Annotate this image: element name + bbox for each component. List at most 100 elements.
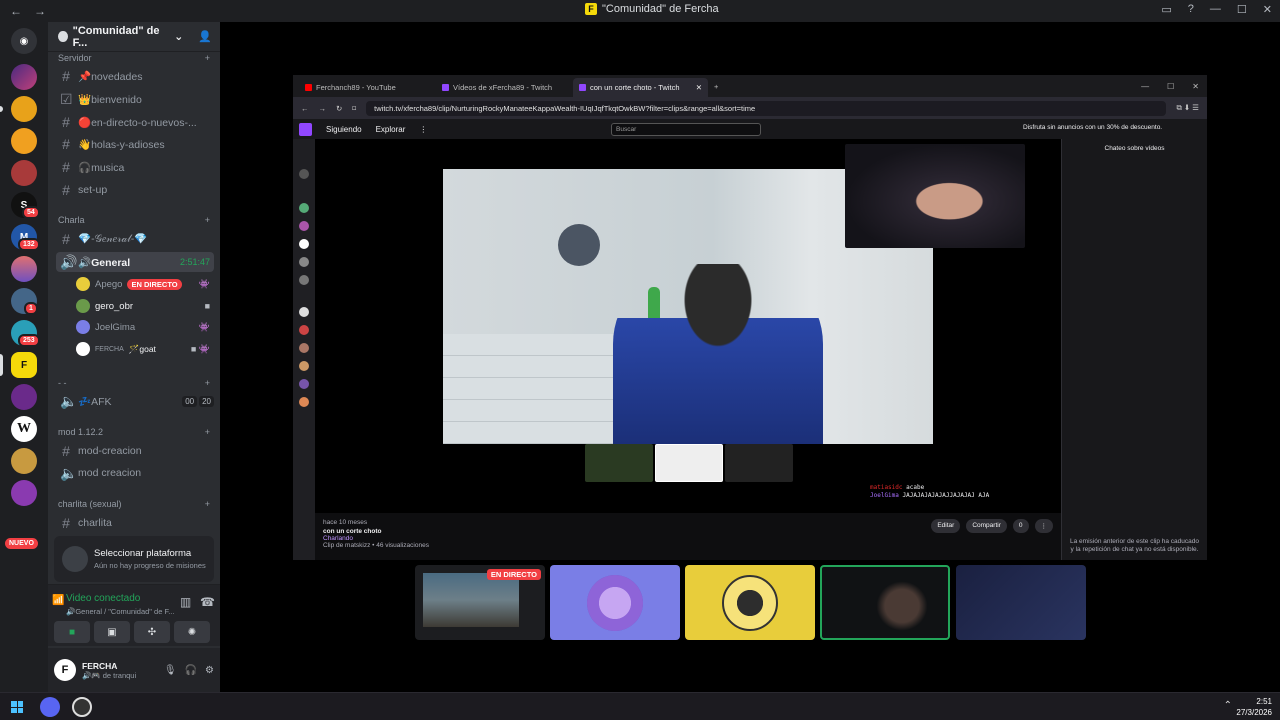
twitch-topnav: Siguiendo Explorar ⋮ Buscar Disfruta sin…: [293, 119, 1207, 139]
extensions-icon[interactable]: ⧉ ⬇ ☰: [1176, 103, 1199, 113]
add-channel-icon: +: [204, 53, 210, 63]
minimize-icon[interactable]: —: [1210, 3, 1221, 16]
participant-tile[interactable]: EN DIRECTO: [415, 565, 545, 640]
new-tab-icon[interactable]: +: [714, 82, 718, 91]
channel-avatar: [299, 325, 309, 335]
channel-charlita[interactable]: # charlita: [56, 513, 214, 533]
url-field[interactable]: twitch.tv/xfercha89/clip/NurturingRockyM…: [366, 100, 1167, 116]
channel-general-text[interactable]: # 💎-𝒢𝑒𝓃𝑒𝓇𝒶𝓁-💎: [56, 229, 214, 249]
channel-bienvenido[interactable]: ☑ 👑bienvenido: [56, 89, 214, 109]
channel-novedades[interactable]: # 📌novedades: [56, 66, 214, 86]
disconnect-icon[interactable]: ☎: [200, 595, 215, 609]
close-icon: ✕: [1192, 81, 1199, 91]
hash-icon: #: [62, 68, 70, 84]
more-icon[interactable]: ⋮: [419, 125, 427, 134]
more-icon[interactable]: ⋮: [1034, 519, 1053, 533]
browser-tab[interactable]: Ferchanch89 - YouTube: [299, 78, 434, 97]
invite-icon[interactable]: 👤: [198, 30, 212, 43]
reload-icon[interactable]: ↻: [336, 104, 342, 113]
chevron-down-icon[interactable]: ⌄: [174, 30, 183, 43]
bookmark-icon[interactable]: ⌑: [352, 104, 356, 113]
channel-en-directo[interactable]: # 🔴en-directo-o-nuevos-...: [56, 112, 214, 132]
voice-status: Video conectado: [66, 593, 141, 604]
clip-meta: Clip de matskizz • 46 visualizaciones: [323, 542, 429, 549]
voice-user[interactable]: gero_obr ■: [76, 296, 210, 316]
inbox-icon[interactable]: ▭: [1161, 3, 1171, 16]
channel-general-voice[interactable]: 🔊 🔊General 2:51:47: [56, 252, 214, 272]
camera-toggle-button[interactable]: ■: [54, 621, 90, 643]
channel-holas[interactable]: # 👋holas-y-adioses: [56, 134, 214, 154]
channel-mod-creacion[interactable]: # mod-creacion: [56, 441, 214, 461]
live-badge: EN DIRECTO: [127, 278, 182, 290]
channel-musica[interactable]: # 🎧musica: [56, 157, 214, 177]
server-sunset-icon[interactable]: [11, 256, 37, 282]
help-icon[interactable]: ?: [1188, 3, 1194, 16]
close-icon[interactable]: ✕: [1263, 3, 1272, 16]
server-anime-icon[interactable]: [11, 160, 37, 186]
share-button[interactable]: Compartir: [966, 519, 1007, 533]
voice-user[interactable]: FERCHA 🪄goat ■ 👾: [76, 339, 210, 359]
search-input[interactable]: Buscar: [611, 123, 761, 136]
obs-taskbar-icon[interactable]: [72, 697, 92, 717]
user-status: 🔊🎮 de tranqui: [82, 670, 137, 680]
voice-user[interactable]: JoelGima 👾: [76, 317, 210, 337]
clip-category[interactable]: Charlando: [323, 535, 1053, 542]
gear-icon[interactable]: ⚙: [205, 665, 214, 676]
nav-explore[interactable]: Explorar: [376, 125, 406, 134]
edit-button[interactable]: Editar: [931, 519, 961, 533]
channel-setup[interactable]: # set-up: [56, 180, 214, 200]
soundboard-button[interactable]: ✺: [174, 621, 210, 643]
channel-avatar: [299, 379, 309, 389]
category-charla[interactable]: Charla +: [58, 215, 210, 225]
channel-afk[interactable]: 🔈 💤AFK 00 20: [56, 391, 214, 411]
forward-arrow-icon[interactable]: →: [319, 104, 327, 113]
participant-tile[interactable]: [820, 565, 950, 640]
forward-arrow-icon[interactable]: →: [34, 4, 46, 18]
voice-user[interactable]: Apego EN DIRECTO 👾: [76, 274, 210, 294]
category-servidor[interactable]: Servidor +: [58, 53, 210, 63]
screen-share-stream[interactable]: Ferchanch89 - YouTube Vídeos de xFercha8…: [293, 75, 1207, 560]
back-arrow-icon[interactable]: ←: [10, 4, 22, 18]
server-avatar-icon[interactable]: [11, 128, 37, 154]
category-mod[interactable]: mod 1.12.2 +: [58, 427, 210, 437]
activities-button[interactable]: ✣: [134, 621, 170, 643]
start-icon[interactable]: [11, 701, 23, 713]
quest-banner[interactable]: Seleccionar plataforma Aún no hay progre…: [54, 536, 214, 582]
avatar[interactable]: F: [54, 659, 76, 681]
category-charlita[interactable]: charlita (sexual) +: [58, 499, 210, 509]
server-header[interactable]: "Comunidad" de F... ⌄ 👤: [48, 22, 220, 52]
clip-player[interactable]: matiasidc acabe JoelGima JAJAJAJAJAJAJJA…: [315, 139, 1061, 513]
screen-share-button[interactable]: ▣: [94, 621, 130, 643]
hash-icon: #: [62, 114, 70, 130]
server-gta-icon[interactable]: [11, 64, 37, 90]
mention-badge: 1: [24, 302, 38, 315]
category-dash[interactable]: - - +: [58, 378, 210, 388]
nav-following[interactable]: Siguiendo: [326, 125, 362, 134]
back-arrow-icon[interactable]: ←: [301, 104, 309, 113]
browser-tab[interactable]: Vídeos de xFercha89 - Twitch: [436, 78, 571, 97]
system-clock[interactable]: 2:51 27/3/2026: [1236, 696, 1272, 718]
tray-chevron-icon[interactable]: ⌃: [1224, 700, 1232, 711]
microphone-icon[interactable]: 🎙: [164, 665, 177, 676]
server-neon-icon[interactable]: [11, 384, 37, 410]
noise-suppression-icon[interactable]: ▥: [180, 595, 191, 609]
headphones-icon[interactable]: 🎧: [185, 665, 197, 676]
maximize-icon[interactable]: ☐: [1237, 3, 1247, 16]
promo-text[interactable]: Disfruta sin anuncios con un 30% de desc…: [1023, 124, 1162, 131]
server-pink-icon[interactable]: [11, 480, 37, 506]
window-controls: ▭ ? — ☐ ✕: [1161, 3, 1272, 16]
browser-tab[interactable]: con un corte choto - Twitch ✕: [573, 78, 708, 97]
channel-avatar: [299, 239, 309, 249]
discord-taskbar-icon[interactable]: [40, 697, 60, 717]
like-button[interactable]: 0: [1012, 519, 1029, 533]
home-discord-icon[interactable]: ◉: [11, 28, 37, 54]
server-dog-icon[interactable]: [11, 448, 37, 474]
twitch-logo-icon[interactable]: [299, 122, 312, 136]
server-game-icon[interactable]: [11, 96, 37, 122]
participant-tile[interactable]: [550, 565, 680, 640]
server-wikipedia-icon[interactable]: W: [11, 416, 37, 442]
channel-mod-creacion-voice[interactable]: 🔈 mod creacion: [56, 463, 214, 483]
participant-tile[interactable]: [956, 565, 1086, 640]
server-fercha-icon[interactable]: F: [11, 352, 37, 378]
participant-tile[interactable]: [685, 565, 815, 640]
